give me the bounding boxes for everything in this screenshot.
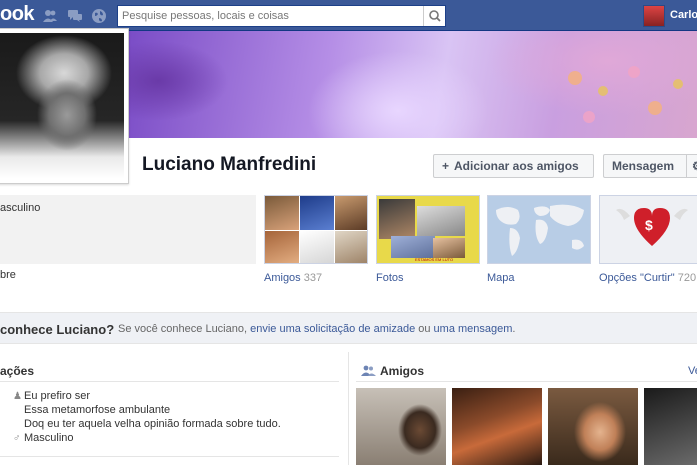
friend-thumbnail[interactable] bbox=[548, 388, 638, 465]
message-label: Mensagem bbox=[612, 159, 675, 173]
heart-dollar-icon: $ bbox=[616, 208, 688, 246]
divider bbox=[0, 456, 339, 457]
world-map-icon bbox=[496, 204, 584, 256]
search-box bbox=[117, 5, 446, 27]
info-section-title: ações bbox=[0, 364, 35, 378]
quote-line-2: Essa metamorfose ambulante bbox=[24, 404, 171, 416]
send-message-link[interactable]: uma mensagem bbox=[434, 323, 513, 335]
quote-person-icon: ♟ bbox=[13, 391, 22, 402]
add-friend-button[interactable]: + Adicionar aos amigos bbox=[433, 154, 594, 178]
friend-thumbnail[interactable] bbox=[644, 388, 697, 465]
profile-name: Luciano Manfredini bbox=[142, 154, 317, 175]
svg-text:$: $ bbox=[645, 217, 653, 233]
friends-tile-label[interactable]: Amigos 337 bbox=[264, 272, 322, 284]
message-button[interactable]: Mensagem ⚙ bbox=[603, 154, 697, 178]
info-gender: asculino bbox=[0, 202, 41, 214]
map-tile-label[interactable]: Mapa bbox=[487, 272, 515, 284]
photos-tile-label[interactable]: Fotos bbox=[376, 272, 404, 284]
friend-requests-icon[interactable] bbox=[42, 8, 58, 24]
column-divider bbox=[348, 352, 349, 465]
add-friend-icon: + bbox=[442, 159, 450, 173]
banner-mid: ou bbox=[415, 323, 434, 335]
add-friend-label: Adicionar aos amigos bbox=[454, 159, 579, 173]
photos-tile[interactable]: ESTAMOS EM LUTO bbox=[376, 195, 480, 264]
map-tile[interactable] bbox=[487, 195, 591, 264]
know-banner: conhece Luciano? Se você conhece Luciano… bbox=[0, 312, 697, 344]
photos-tile-caption: ESTAMOS EM LUTO bbox=[415, 257, 454, 262]
profile-photo bbox=[0, 33, 124, 179]
user-name-link[interactable]: Carlo bbox=[670, 9, 697, 21]
notifications-globe-icon[interactable] bbox=[91, 8, 107, 24]
quote-line-3: Doq eu ter aquela velha opinião formada … bbox=[24, 418, 281, 430]
search-button[interactable] bbox=[423, 6, 445, 26]
friend-thumbnail[interactable] bbox=[356, 388, 446, 465]
send-friend-request-link[interactable]: envie uma solicitação de amizade bbox=[250, 323, 415, 335]
divider bbox=[0, 381, 339, 382]
profile-picture[interactable] bbox=[0, 28, 129, 184]
banner-post: . bbox=[512, 323, 516, 335]
likes-count: 720 bbox=[677, 272, 697, 284]
friends-count: 337 bbox=[303, 272, 323, 284]
likes-tile-text: Opções "Curtir" bbox=[599, 272, 675, 284]
cover-photo bbox=[128, 31, 697, 138]
friend-thumbnail[interactable] bbox=[452, 388, 542, 465]
friends-tile-text: Amigos bbox=[264, 272, 301, 284]
banner-question: conhece Luciano? bbox=[0, 322, 115, 337]
about-link[interactable]: bre bbox=[0, 269, 16, 281]
banner-pre: Se você conhece Luciano, bbox=[118, 323, 251, 335]
divider bbox=[356, 381, 697, 382]
messages-icon[interactable] bbox=[67, 8, 83, 24]
banner-text: Se você conhece Luciano, envie uma solic… bbox=[118, 323, 515, 335]
top-bar: ook Carlo bbox=[0, 0, 697, 31]
friends-icon bbox=[361, 365, 376, 376]
friends-tile[interactable] bbox=[264, 195, 368, 264]
gear-icon[interactable]: ⚙ bbox=[686, 155, 697, 177]
gender-value: Masculino bbox=[24, 432, 74, 444]
likes-tile-label[interactable]: Opções "Curtir" 720 bbox=[599, 272, 696, 284]
see-all-friends-link[interactable]: Ve bbox=[688, 365, 697, 377]
likes-tile[interactable]: $ bbox=[599, 195, 697, 264]
facebook-logo[interactable]: ook bbox=[0, 3, 35, 26]
search-icon bbox=[429, 10, 441, 22]
user-avatar[interactable] bbox=[643, 5, 665, 27]
male-icon: ♂ bbox=[13, 433, 21, 444]
search-input[interactable] bbox=[118, 6, 423, 26]
quote-line-1: Eu prefiro ser bbox=[24, 390, 91, 402]
friends-section-title[interactable]: Amigos bbox=[380, 364, 424, 378]
